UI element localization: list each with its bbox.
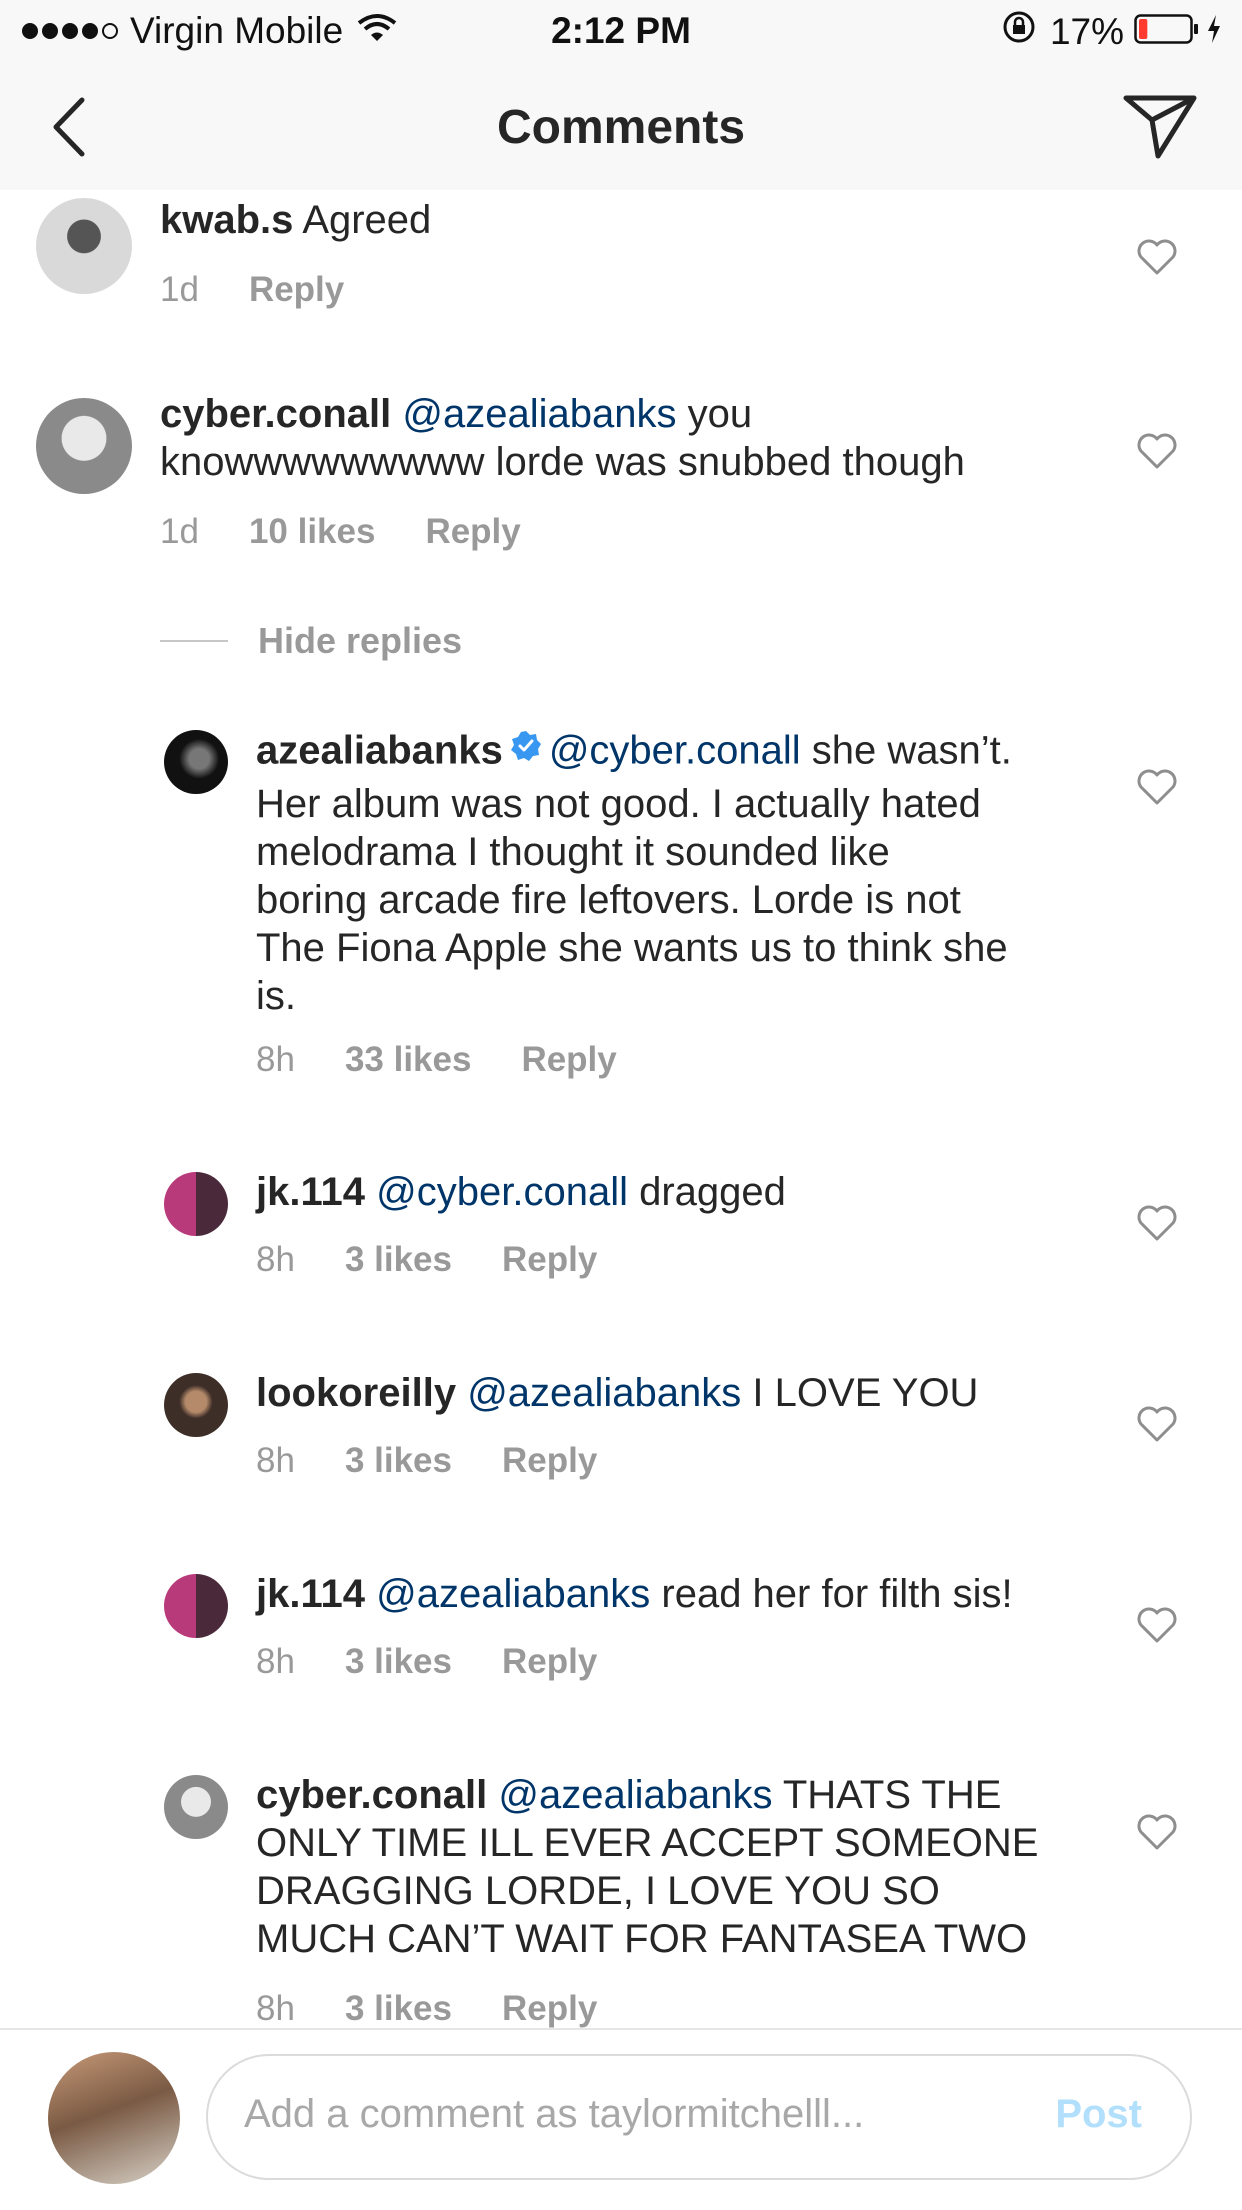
comment-body-line: ONLY TIME ILL EVER ACCEPT SOMEONE xyxy=(256,1821,1039,1865)
orientation-lock-icon xyxy=(1002,10,1036,53)
comment-time: 8h xyxy=(256,1642,295,1681)
comment-body: dragged xyxy=(639,1170,786,1214)
comment-body-line: MUCH CAN’T WAIT FOR FANTASEA TWO xyxy=(256,1917,1028,1961)
comment-body-line: is. xyxy=(256,974,296,1018)
current-user-avatar xyxy=(48,2052,180,2184)
comment-time: 8h xyxy=(256,1989,295,2028)
reply-button[interactable]: Reply xyxy=(502,1240,597,1280)
comment-body-line: knowwwwwwwww lorde was snubbed though xyxy=(160,440,965,484)
comment-text: lookoreilly @azealiabanks I LOVE YOU xyxy=(256,1369,978,1417)
reply-button[interactable]: Reply xyxy=(521,1040,616,1080)
hide-replies-button[interactable]: Hide replies xyxy=(160,620,462,662)
battery-icon xyxy=(1134,11,1200,53)
comment-body-line: The Fiona Apple she wants us to think sh… xyxy=(256,926,1008,970)
comment-body: read her for filth sis! xyxy=(661,1572,1013,1616)
heart-icon[interactable] xyxy=(1136,432,1178,470)
reply-button[interactable]: Reply xyxy=(502,1989,597,2028)
comment-meta: 8h 33 likes Reply xyxy=(256,1040,667,1080)
comment-username[interactable]: cyber.conall xyxy=(160,392,391,436)
comment-body-line: melodrama I thought it sounded like xyxy=(256,830,890,874)
comment-input[interactable]: Add a comment as taylormitchelll... xyxy=(244,2092,864,2137)
comment-body: THATS THE xyxy=(782,1773,1002,1817)
heart-icon[interactable] xyxy=(1136,1813,1178,1851)
paper-plane-icon xyxy=(1123,95,1197,159)
heart-icon[interactable] xyxy=(1136,1606,1178,1644)
status-bar: Virgin Mobile 2:12 PM 17% xyxy=(0,0,1242,62)
comment-time: 8h xyxy=(256,1040,295,1079)
comment-meta: 8h 3 likes Reply xyxy=(256,1989,647,2028)
comment-time: 8h xyxy=(256,1240,295,1279)
mention-link[interactable]: @azealiabanks xyxy=(402,392,676,436)
reply-button[interactable]: Reply xyxy=(502,1441,597,1481)
reply-button[interactable]: Reply xyxy=(425,512,520,552)
charging-bolt-icon xyxy=(1206,11,1222,53)
comment-body-line: boring arcade fire leftovers. Lorde is n… xyxy=(256,878,961,922)
mention-link[interactable]: @cyber.conall xyxy=(549,729,801,773)
mention-link[interactable]: @azealiabanks xyxy=(467,1371,741,1415)
heart-icon[interactable] xyxy=(1136,768,1178,806)
likes-count[interactable]: 3 likes xyxy=(345,1240,452,1280)
page-title: Comments xyxy=(496,101,746,154)
comment-body: you xyxy=(687,392,753,436)
avatar[interactable] xyxy=(164,1172,228,1236)
comment-body: Agreed xyxy=(302,198,432,242)
comment-time: 1d xyxy=(160,512,199,551)
comment-time: 1d xyxy=(160,270,199,309)
nav-bar: Comments xyxy=(0,62,1242,190)
likes-count[interactable]: 33 likes xyxy=(345,1040,472,1080)
verified-badge-icon xyxy=(509,726,543,774)
comment-username[interactable]: azealiabanks xyxy=(256,729,503,773)
battery-percent: 17% xyxy=(1049,10,1124,52)
comment-text: azealiabanks @cyber.conall she wasn’t. He… xyxy=(256,726,1106,1020)
divider xyxy=(160,640,228,642)
comment-composer: Add a comment as taylormitchelll... Post xyxy=(0,2028,1242,2210)
comment-meta: 1d 10 likes Reply xyxy=(160,512,571,552)
comment-time: 8h xyxy=(256,1441,295,1480)
avatar[interactable] xyxy=(164,1775,228,1839)
comment-body: she wasn’t. xyxy=(811,728,1012,773)
hide-replies-label: Hide replies xyxy=(258,620,463,661)
mention-link[interactable]: @azealiabanks xyxy=(376,1572,650,1616)
comment-body: I LOVE YOU xyxy=(752,1371,979,1415)
likes-count[interactable]: 10 likes xyxy=(249,512,376,552)
comment-username[interactable]: cyber.conall xyxy=(256,1773,487,1817)
comment-field[interactable]: Add a comment as taylormitchelll... Post xyxy=(206,2054,1192,2180)
heart-icon[interactable] xyxy=(1136,238,1178,276)
reply-button[interactable]: Reply xyxy=(249,270,344,310)
mention-link[interactable]: @azealiabanks xyxy=(498,1773,772,1817)
status-right: 17% xyxy=(1002,10,1222,53)
comment-text: kwab.s Agreed xyxy=(160,196,431,244)
avatar[interactable] xyxy=(164,1574,228,1638)
reply-button[interactable]: Reply xyxy=(502,1642,597,1682)
comment-username[interactable]: lookoreilly xyxy=(256,1371,456,1415)
comment-username[interactable]: jk.114 xyxy=(256,1572,365,1616)
comment-text: jk.114 @azealiabanks read her for filth … xyxy=(256,1570,1013,1618)
share-button[interactable] xyxy=(1120,92,1200,162)
comment-meta: 8h 3 likes Reply xyxy=(256,1441,647,1481)
avatar[interactable] xyxy=(164,730,228,794)
comment-username[interactable]: kwab.s xyxy=(160,198,293,242)
comment-text: jk.114 @cyber.conall dragged xyxy=(256,1168,786,1216)
comment-body-line: DRAGGING LORDE, I LOVE YOU SO xyxy=(256,1869,940,1913)
comment-meta: 8h 3 likes Reply xyxy=(256,1642,647,1682)
avatar[interactable] xyxy=(164,1373,228,1437)
heart-icon[interactable] xyxy=(1136,1405,1178,1443)
heart-icon[interactable] xyxy=(1136,1204,1178,1242)
comment-text: cyber.conall @azealiabanks you knowwwwww… xyxy=(160,390,965,486)
post-button[interactable]: Post xyxy=(1055,2092,1142,2137)
avatar[interactable] xyxy=(36,198,132,294)
comment-meta: 8h 3 likes Reply xyxy=(256,1240,647,1280)
likes-count[interactable]: 3 likes xyxy=(345,1441,452,1481)
comments-list[interactable]: kwab.s Agreed 1d Reply cyber.conall @aze… xyxy=(0,190,1242,2028)
likes-count[interactable]: 3 likes xyxy=(345,1642,452,1682)
comment-text: cyber.conall @azealiabanks THATS THE ONL… xyxy=(256,1771,1106,1963)
comment-username[interactable]: jk.114 xyxy=(256,1170,365,1214)
comment-meta: 1d Reply xyxy=(160,270,394,310)
likes-count[interactable]: 3 likes xyxy=(345,1989,452,2028)
avatar[interactable] xyxy=(36,398,132,494)
comment-body-line: Her album was not good. I actually hated xyxy=(256,782,981,826)
mention-link[interactable]: @cyber.conall xyxy=(376,1170,628,1214)
